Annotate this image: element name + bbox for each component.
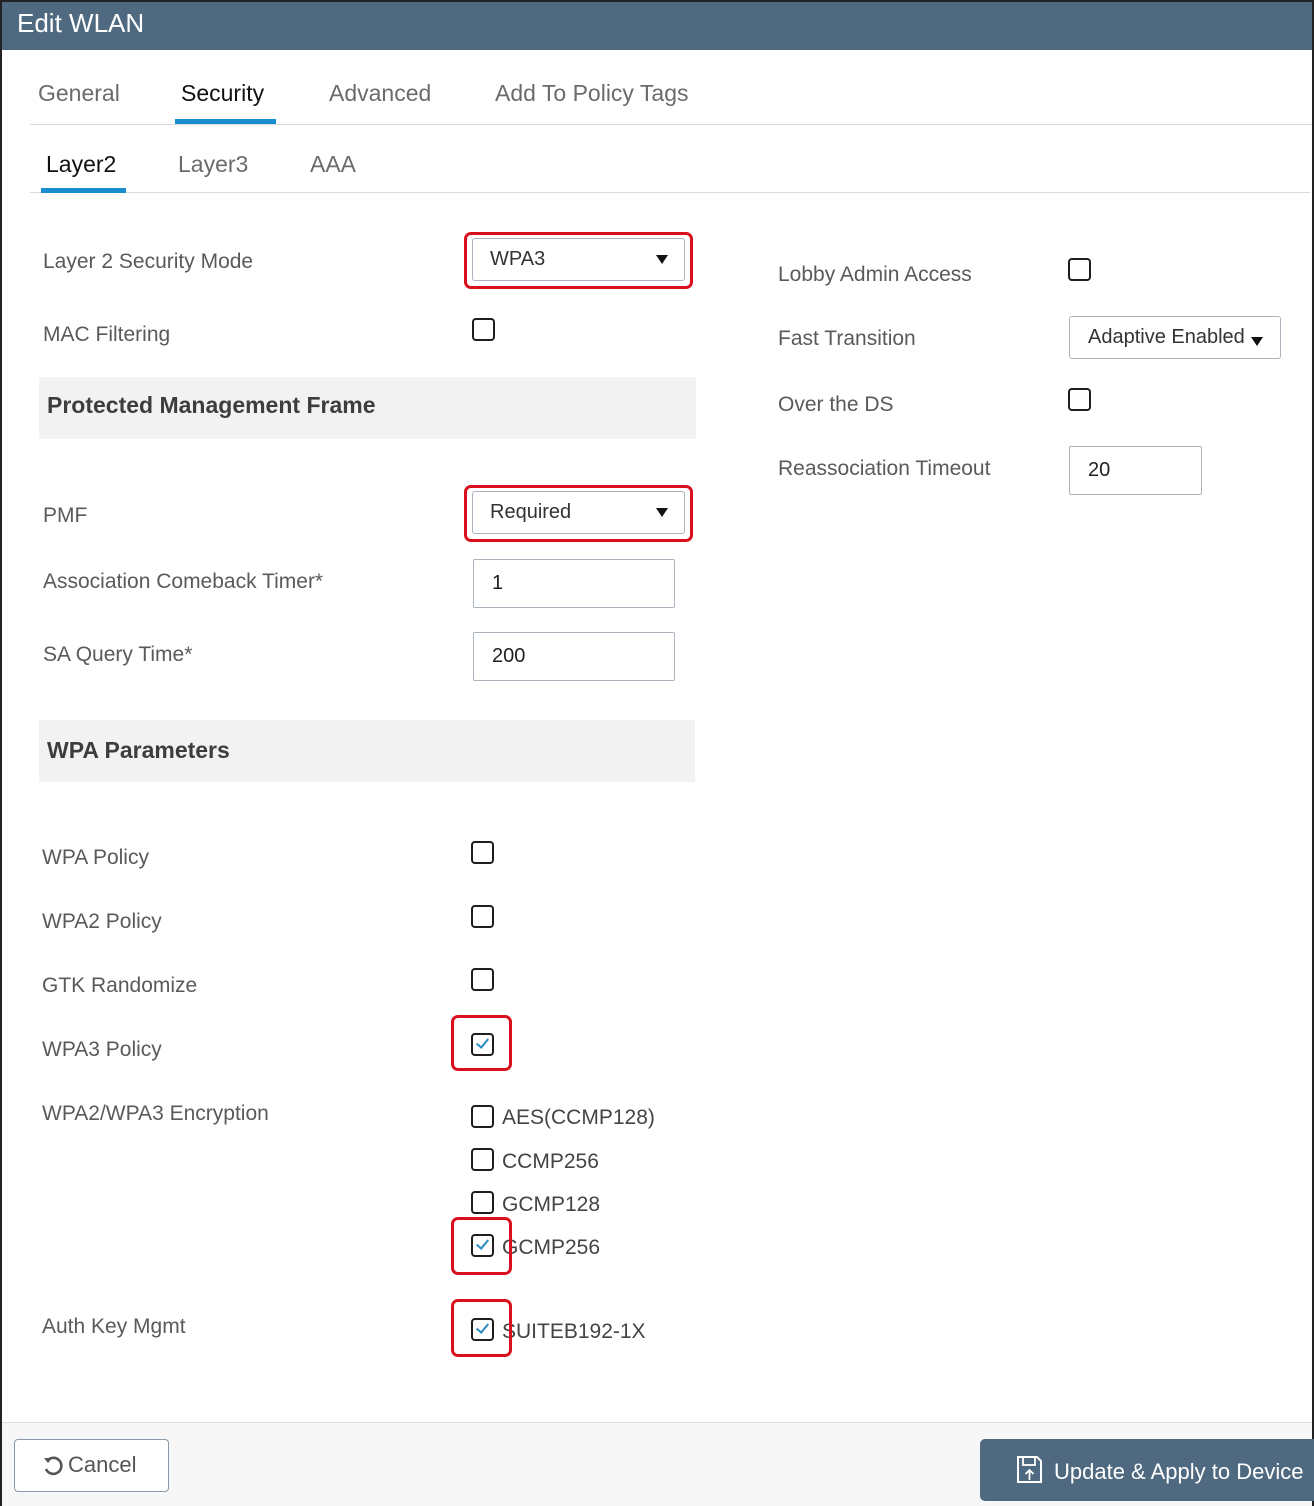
active-subtab-indicator bbox=[41, 188, 126, 193]
cancel-label: Cancel bbox=[68, 1452, 137, 1477]
active-tab-indicator bbox=[175, 119, 276, 124]
encryption-gcmp128-checkbox[interactable] bbox=[471, 1191, 494, 1214]
update-apply-label: Update & Apply to Device bbox=[1054, 1459, 1304, 1484]
fast-transition-value: Adaptive Enabled bbox=[1088, 326, 1245, 348]
wpa-section-header: WPA Parameters bbox=[39, 720, 695, 782]
tab-add-to-policy-tags[interactable]: Add To Policy Tags bbox=[495, 80, 689, 107]
mac-filtering-checkbox[interactable] bbox=[472, 318, 495, 341]
lobby-admin-label: Lobby Admin Access bbox=[778, 263, 972, 286]
reassoc-timeout-input[interactable]: 20 bbox=[1069, 446, 1202, 495]
checkmark-icon bbox=[475, 1035, 490, 1049]
gtk-randomize-checkbox[interactable] bbox=[471, 968, 494, 991]
auth-key-mgmt-label: Auth Key Mgmt bbox=[42, 1315, 186, 1338]
encryption-gcmp256-label: GCMP256 bbox=[502, 1236, 601, 1259]
edit-wlan-dialog: Edit WLAN General Security Advanced Add … bbox=[0, 0, 1314, 1506]
sa-query-label: SA Query Time* bbox=[43, 643, 193, 666]
mac-filtering-label: MAC Filtering bbox=[43, 323, 171, 346]
encryption-gcmp128-label: GCMP128 bbox=[502, 1193, 601, 1216]
over-ds-checkbox[interactable] bbox=[1068, 388, 1091, 411]
chevron-down-icon bbox=[656, 508, 668, 517]
wpa2-policy-label: WPA2 Policy bbox=[42, 910, 162, 933]
lobby-admin-checkbox[interactable] bbox=[1068, 258, 1091, 281]
fast-transition-label: Fast Transition bbox=[778, 327, 916, 350]
security-mode-label: Layer 2 Security Mode bbox=[43, 250, 254, 273]
main-tabs: General Security Advanced Add To Policy … bbox=[30, 52, 1312, 125]
encryption-ccmp256-checkbox[interactable] bbox=[471, 1148, 494, 1171]
save-to-device-icon bbox=[1017, 1456, 1042, 1483]
wpa2-policy-checkbox[interactable] bbox=[471, 905, 494, 928]
wpa-policy-checkbox[interactable] bbox=[471, 841, 494, 864]
pmf-section-header: Protected Management Frame bbox=[39, 377, 696, 439]
akm-suiteb192-label: SUITEB192-1X bbox=[502, 1320, 646, 1343]
comeback-timer-label: Association Comeback Timer* bbox=[43, 570, 324, 593]
highlight-box bbox=[451, 1299, 512, 1357]
tab-general[interactable]: General bbox=[38, 80, 120, 107]
over-ds-label: Over the DS bbox=[778, 393, 894, 416]
fast-transition-select[interactable]: Adaptive Enabled bbox=[1069, 316, 1281, 359]
security-mode-value: WPA3 bbox=[490, 248, 546, 270]
cancel-button[interactable]: Cancel bbox=[14, 1439, 169, 1492]
subtab-layer2[interactable]: Layer2 bbox=[46, 151, 116, 178]
undo-icon bbox=[44, 1456, 63, 1476]
subtab-aaa[interactable]: AAA bbox=[310, 151, 356, 178]
security-subtabs: Layer2 Layer3 AAA bbox=[30, 125, 1310, 193]
pmf-value: Required bbox=[490, 501, 572, 523]
chevron-down-icon bbox=[1251, 337, 1263, 346]
tab-advanced[interactable]: Advanced bbox=[329, 80, 431, 107]
encryption-aes-checkbox[interactable] bbox=[471, 1105, 494, 1128]
highlight-box bbox=[451, 1217, 512, 1275]
security-mode-select[interactable]: WPA3 bbox=[472, 238, 685, 281]
comeback-timer-input[interactable]: 1 bbox=[473, 559, 675, 608]
encryption-aes-label: AES(CCMP128) bbox=[502, 1106, 655, 1129]
wpa3-policy-label: WPA3 Policy bbox=[42, 1038, 162, 1061]
pmf-label: PMF bbox=[43, 504, 88, 527]
encryption-ccmp256-label: CCMP256 bbox=[502, 1150, 599, 1173]
gtk-randomize-label: GTK Randomize bbox=[42, 974, 198, 997]
tab-security[interactable]: Security bbox=[181, 80, 264, 107]
encryption-label: WPA2/WPA3 Encryption bbox=[42, 1102, 269, 1125]
subtab-layer3[interactable]: Layer3 bbox=[178, 151, 248, 178]
chevron-down-icon bbox=[656, 255, 668, 264]
dialog-title: Edit WLAN bbox=[2, 2, 1312, 50]
wpa3-policy-checkbox[interactable] bbox=[471, 1033, 494, 1056]
reassoc-timeout-label: Reassociation Timeout bbox=[778, 457, 991, 480]
update-apply-button[interactable]: Update & Apply to Device bbox=[980, 1439, 1314, 1501]
pmf-select[interactable]: Required bbox=[472, 491, 685, 534]
sa-query-input[interactable]: 200 bbox=[473, 632, 675, 681]
wpa-policy-label: WPA Policy bbox=[42, 846, 149, 869]
